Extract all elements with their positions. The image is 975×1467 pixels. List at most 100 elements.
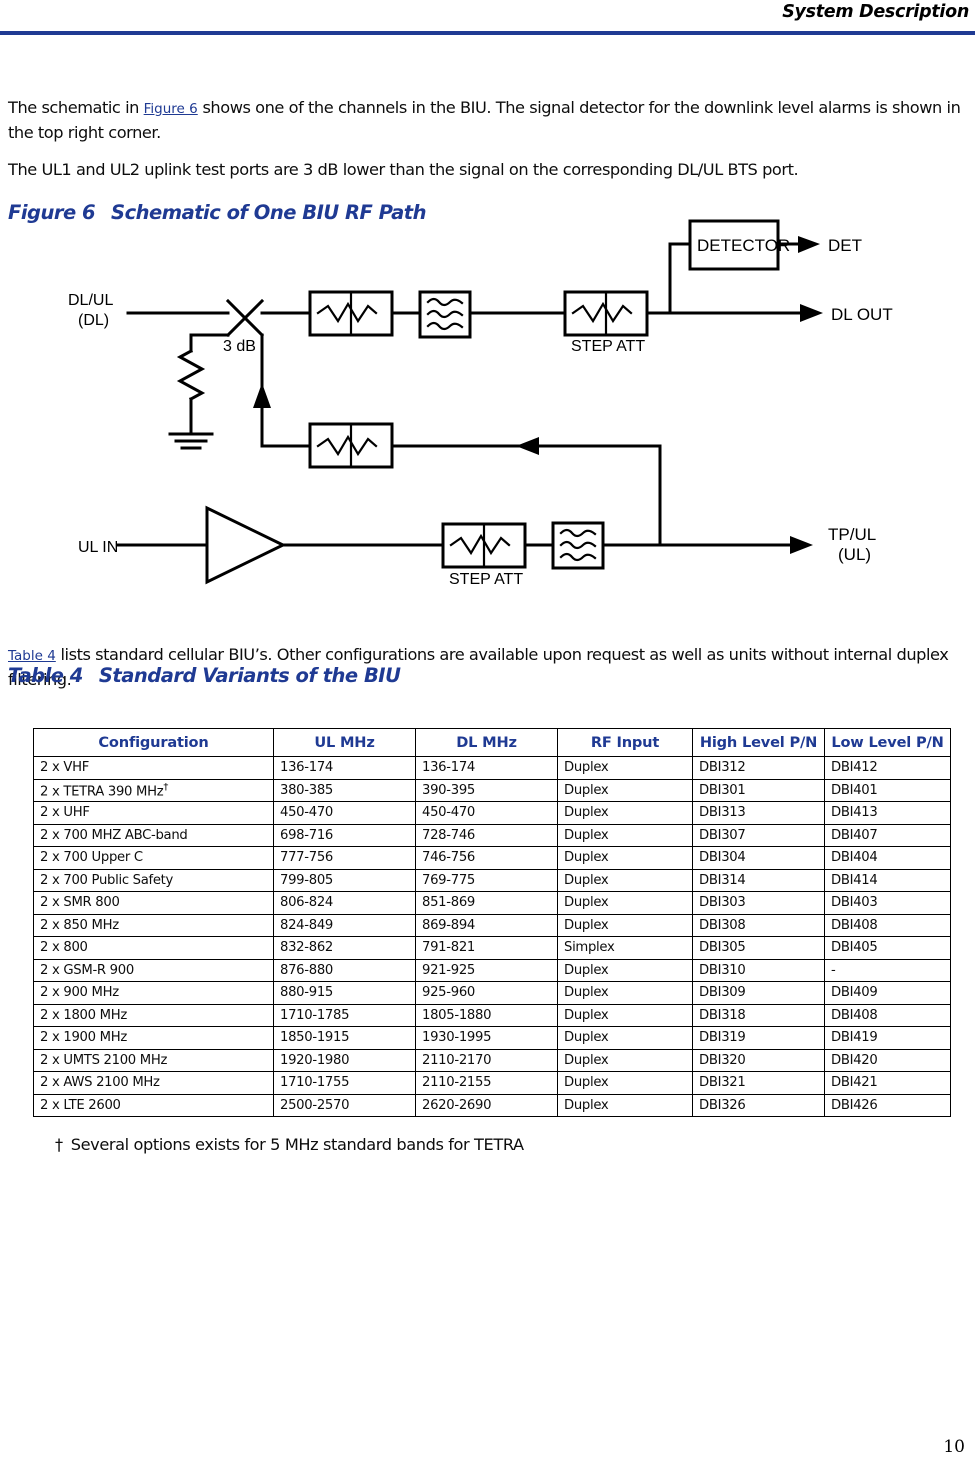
cell-ul-mhz: 799-805 (273, 868, 416, 892)
label-step-att-bottom: STEP ATT (449, 571, 523, 588)
footnote-text: Several options exists for 5 MHz standar… (70, 1135, 524, 1154)
cell-configuration: 2 x 900 MHz (33, 981, 274, 1005)
label-coupler-3db: 3 dB (223, 338, 256, 355)
figure-6-crossreference-link[interactable]: Figure 6 (144, 101, 198, 117)
cell-high-level-pn: DBI305 (692, 936, 825, 960)
cell-high-level-pn: DBI308 (692, 913, 825, 937)
cell-rf-input: Duplex (557, 1071, 693, 1095)
ul-test-attenuator-resistor-symbol (316, 434, 378, 457)
table-row: 2 x 850 MHz 824-849 869-894 Duplex DBI308 DBI… (33, 913, 951, 937)
tp-ul-arrowhead (790, 536, 813, 554)
cell-rf-input: Duplex (557, 913, 693, 937)
cell-high-level-pn: DBI303 (692, 891, 825, 915)
table-body: 2 x VHF 136-174 136-174 Duplex DBI312 DBI412 2… (33, 756, 951, 1117)
cell-low-level-pn: DBI405 (824, 936, 951, 960)
cell-configuration: 2 x TETRA 390 MHz† (33, 778, 274, 802)
column-header-low-level-pn: Low Level P/N (824, 728, 951, 757)
cell-rf-input: Duplex (557, 958, 693, 982)
cell-low-level-pn: DBI413 (824, 801, 951, 825)
ul-to-coupler-arrowhead (253, 383, 271, 408)
cell-low-level-pn: DBI426 (824, 1093, 951, 1117)
table-caption-title: Standard Variants of the BIU (98, 664, 401, 687)
label-step-att-top: STEP ATT (571, 338, 645, 355)
cell-dl-mhz: 791-821 (415, 936, 558, 960)
cell-ul-mhz: 1710-1755 (273, 1071, 416, 1095)
cell-high-level-pn: DBI326 (692, 1093, 825, 1117)
cell-rf-input: Simplex (557, 936, 693, 960)
dl-filter-wave-1 (426, 297, 464, 307)
cell-dl-mhz: 390-395 (415, 778, 558, 802)
cell-rf-input: Duplex (557, 756, 693, 780)
cell-rf-input: Duplex (557, 801, 693, 825)
cell-configuration: 2 x AWS 2100 MHz (33, 1071, 274, 1095)
cell-low-level-pn: DBI421 (824, 1071, 951, 1095)
cell-ul-mhz: 777-756 (273, 846, 416, 870)
table-row: 2 x AWS 2100 MHz 1710-1755 2110-2155 Duplex… (33, 1071, 951, 1095)
cell-rf-input: Duplex (557, 868, 693, 892)
table-row: 2 x TETRA 390 MHz† 380-385 390-395 Duplex DB… (33, 778, 951, 802)
cell-configuration: 2 x VHF (33, 756, 274, 780)
header-divider-rule (0, 31, 975, 35)
cell-configuration: 2 x UHF (33, 801, 274, 825)
column-header-configuration: Configuration (33, 728, 274, 757)
cell-ul-mhz: 1710-1785 (273, 1003, 416, 1027)
header-title: System Description (782, 2, 969, 22)
cell-rf-input: Duplex (557, 778, 693, 802)
cell-dl-mhz: 728-746 (415, 823, 558, 847)
table-row: 2 x 900 MHz 880-915 925-960 Duplex DBI309 DBI… (33, 981, 951, 1005)
table-row: 2 x 1800 MHz 1710-1785 1805-1880 Duplex DBI3… (33, 1003, 951, 1027)
cell-ul-mhz: 1850-1915 (273, 1026, 416, 1050)
cell-high-level-pn: DBI314 (692, 868, 825, 892)
page-number: 10 (943, 1437, 965, 1457)
cell-ul-mhz: 380-385 (273, 778, 416, 802)
cell-ul-mhz: 2500-2570 (273, 1093, 416, 1117)
cell-dl-mhz: 851-869 (415, 891, 558, 915)
cell-dl-mhz: 1930-1995 (415, 1026, 558, 1050)
cell-configuration: 2 x 700 Upper C (33, 846, 274, 870)
dl-out-arrowhead (800, 304, 823, 322)
cell-high-level-pn: DBI310 (692, 958, 825, 982)
cell-rf-input: Duplex (557, 1093, 693, 1117)
cell-ul-mhz: 136-174 (273, 756, 416, 780)
cell-ul-mhz: 806-824 (273, 891, 416, 915)
cell-low-level-pn: DBI412 (824, 756, 951, 780)
ul-filter-wave-2 (559, 540, 597, 550)
cell-configuration: 2 x 800 (33, 936, 274, 960)
ul-step-attenuator-resistor-symbol (449, 533, 511, 556)
cell-high-level-pn: DBI321 (692, 1071, 825, 1095)
intro-paragraph-2: The UL1 and UL2 uplink test ports are 3 … (8, 160, 799, 179)
label-tp-ul-sub: (UL) (838, 545, 871, 564)
dl-filter-wave-3 (426, 321, 464, 331)
table-row: 2 x VHF 136-174 136-174 Duplex DBI312 DBI412 (33, 756, 951, 780)
cell-configuration: 2 x 700 Public Safety (33, 868, 274, 892)
standard-variants-table: Configuration UL MHz DL MHz RF Input Hig… (33, 728, 951, 1117)
intro-paragraph-1: The schematic in Figure 6 shows one of t… (8, 96, 966, 144)
cell-low-level-pn: - (824, 958, 951, 982)
cell-high-level-pn: DBI304 (692, 846, 825, 870)
dl-attenuator-resistor-symbol (316, 301, 378, 324)
cell-rf-input: Duplex (557, 891, 693, 915)
cell-configuration: 2 x 1900 MHz (33, 1026, 274, 1050)
label-dl-ul-port-sub: (DL) (78, 312, 109, 329)
cell-high-level-pn: DBI309 (692, 981, 825, 1005)
label-tp-ul: TP/UL (828, 525, 876, 544)
cell-dl-mhz: 769-775 (415, 868, 558, 892)
table-caption-number: Table 4 (8, 664, 83, 687)
table-header-row: Configuration UL MHz DL MHz RF Input Hig… (33, 728, 951, 757)
cell-ul-mhz: 876-880 (273, 958, 416, 982)
column-header-rf-input: RF Input (557, 728, 693, 757)
cell-dl-mhz: 869-894 (415, 913, 558, 937)
cell-dl-mhz: 450-470 (415, 801, 558, 825)
dl-filter-wave-2 (426, 309, 464, 319)
cell-rf-input: Duplex (557, 823, 693, 847)
cell-dl-mhz: 2620-2690 (415, 1093, 558, 1117)
cell-low-level-pn: DBI403 (824, 891, 951, 915)
table-row: 2 x SMR 800 806-824 851-869 Duplex DBI303 DBI… (33, 891, 951, 915)
cell-rf-input: Duplex (557, 1048, 693, 1072)
cell-rf-input: Duplex (557, 981, 693, 1005)
table-4-crossreference-link[interactable]: Table 4 (8, 648, 56, 664)
cell-ul-mhz: 880-915 (273, 981, 416, 1005)
label-ul-input: UL IN (78, 539, 118, 556)
table-caption: Table 4 Standard Variants of the BIU (8, 664, 401, 687)
cell-low-level-pn: DBI408 (824, 913, 951, 937)
